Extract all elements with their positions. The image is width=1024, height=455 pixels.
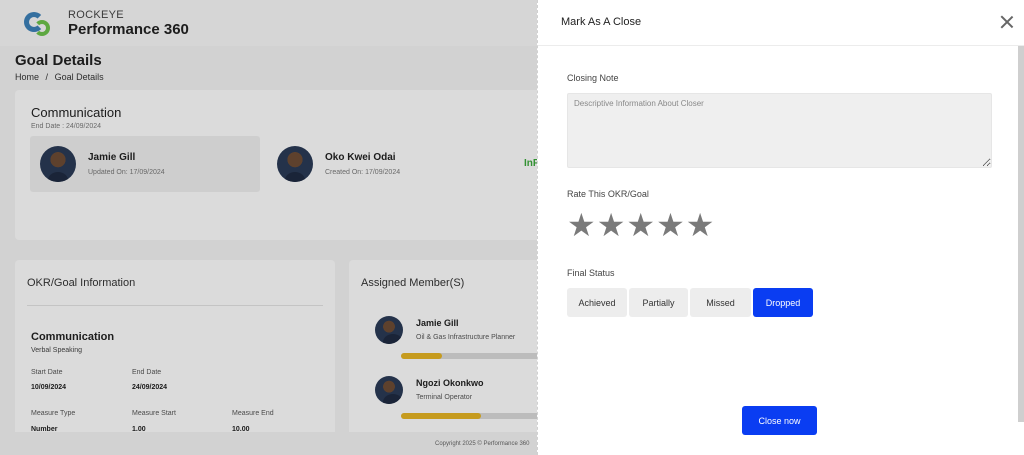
star-rating: ★ ★ ★ ★ ★	[567, 209, 715, 241]
final-status-group: Achieved Partially Missed Dropped	[567, 288, 815, 317]
modal-title: Mark As A Close	[561, 16, 642, 28]
star-icon[interactable]: ★	[626, 209, 655, 241]
star-icon[interactable]: ★	[686, 209, 715, 241]
closing-note-label: Closing Note	[567, 73, 619, 83]
close-now-button[interactable]: Close now	[742, 406, 817, 435]
star-icon[interactable]: ★	[567, 209, 596, 241]
star-icon[interactable]: ★	[597, 209, 626, 241]
rating-label: Rate This OKR/Goal	[567, 189, 649, 199]
close-icon[interactable]	[1000, 15, 1014, 29]
final-status-label: Final Status	[567, 268, 615, 278]
mark-as-close-panel: Mark As A Close Closing Note Rate This O…	[537, 0, 1024, 455]
closing-note-textarea[interactable]	[567, 93, 992, 168]
star-icon[interactable]: ★	[656, 209, 685, 241]
status-partially-button[interactable]: Partially	[629, 288, 688, 317]
scrollbar[interactable]	[1018, 46, 1024, 422]
status-achieved-button[interactable]: Achieved	[567, 288, 627, 317]
status-missed-button[interactable]: Missed	[690, 288, 751, 317]
status-dropped-button[interactable]: Dropped	[753, 288, 813, 317]
modal-header: Mark As A Close	[538, 0, 1024, 46]
